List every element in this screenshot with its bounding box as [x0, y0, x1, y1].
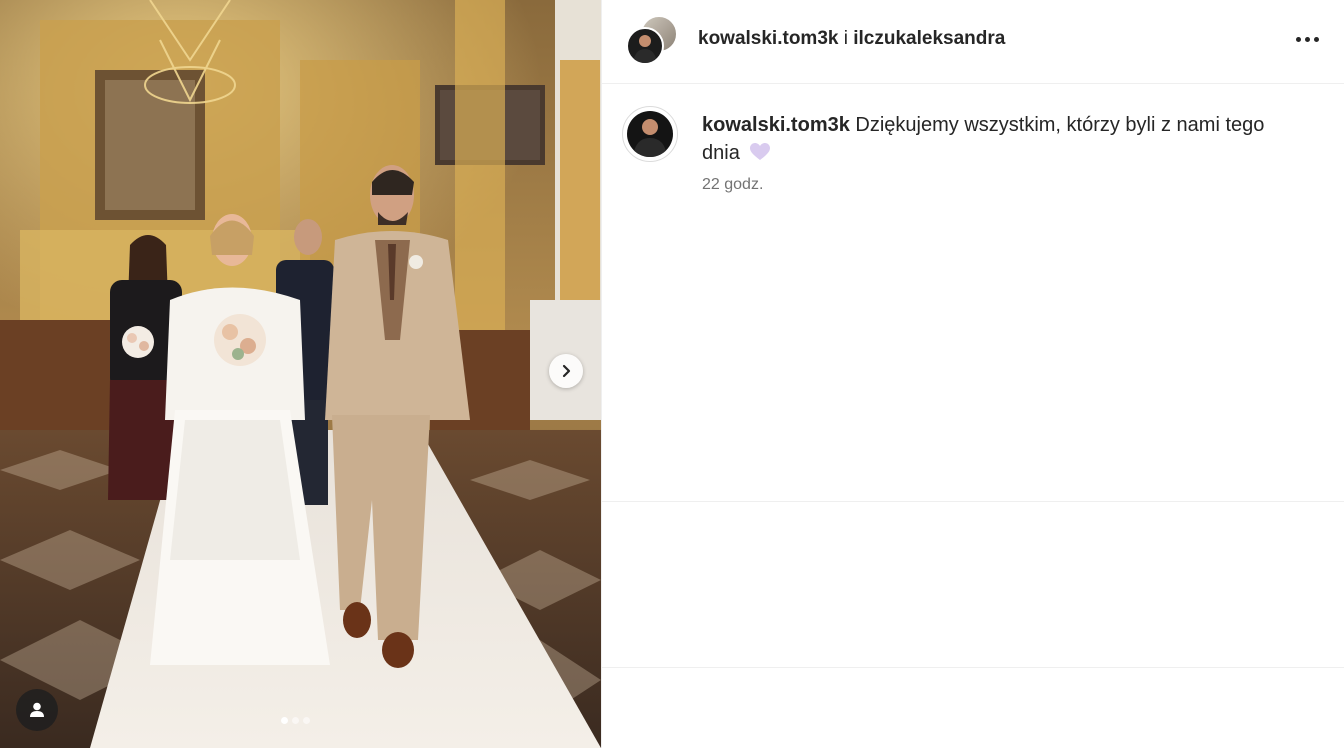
author-primary-link[interactable]: kowalski.tom3k: [698, 28, 838, 49]
more-dot: [1313, 36, 1319, 42]
person-icon: [30, 702, 44, 717]
post-media[interactable]: [0, 0, 601, 748]
carousel-dot-1: [281, 717, 288, 724]
avatar-person-icon: [633, 119, 667, 157]
carousel-indicator: [281, 717, 310, 724]
post-authors: kowalski.tom3k i ilczukaleksandra: [698, 28, 1005, 50]
avatar-person-icon: [633, 35, 657, 63]
more-options-button[interactable]: [1292, 28, 1322, 50]
post-header: kowalski.tom3k i ilczukaleksandra: [602, 0, 1344, 84]
post-timestamp[interactable]: 22 godz.: [702, 176, 763, 194]
wedding-photo: [0, 0, 601, 748]
lavender-heart-icon: [750, 143, 771, 160]
carousel-dot-3: [303, 717, 310, 724]
section-divider: [602, 667, 1344, 668]
caption-avatar[interactable]: [622, 106, 678, 162]
caption-username-link[interactable]: kowalski.tom3k: [702, 114, 850, 136]
carousel-next-button[interactable]: [549, 354, 583, 388]
authors-conjunction: i: [843, 28, 848, 49]
collab-avatars[interactable]: [626, 15, 678, 67]
chevron-right-icon: [562, 364, 571, 378]
author-secondary-link[interactable]: ilczukaleksandra: [853, 28, 1005, 49]
tagged-users-button[interactable]: [16, 689, 58, 731]
more-dot: [1304, 36, 1310, 42]
more-dot: [1295, 36, 1301, 42]
pane-divider: [601, 0, 602, 748]
carousel-dot-2: [292, 717, 299, 724]
caption-text-block: kowalski.tom3k Dziękujemy wszystkim, któ…: [702, 111, 1302, 167]
section-divider: [602, 501, 1344, 502]
avatar-primary[interactable]: [626, 27, 664, 65]
